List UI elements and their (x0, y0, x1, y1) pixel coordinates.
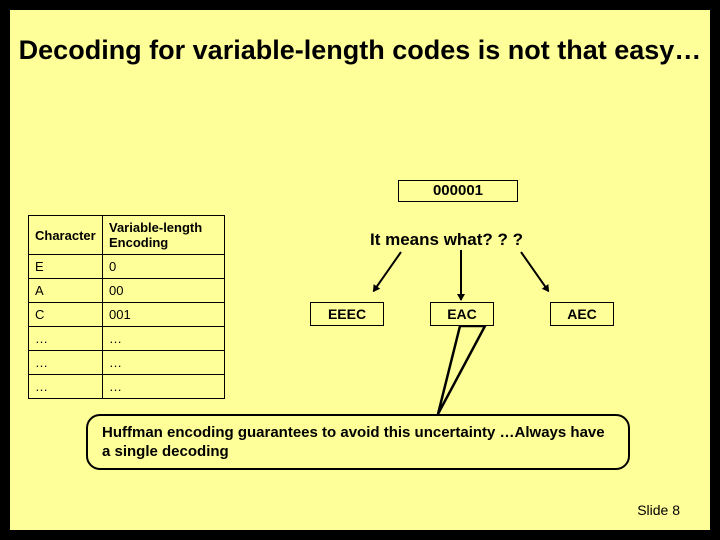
cell-code: 001 (103, 303, 225, 327)
cell-code: … (103, 351, 225, 375)
cell-code: 0 (103, 255, 225, 279)
arrow-icon (373, 251, 402, 291)
interpretation-box: AEC (550, 302, 614, 326)
slide-canvas: Decoding for variable-length codes is no… (10, 10, 710, 530)
cell-char: E (29, 255, 103, 279)
cell-char: … (29, 327, 103, 351)
table-row: A 00 (29, 279, 225, 303)
cell-char: C (29, 303, 103, 327)
question-label: It means what? ? ? (370, 230, 630, 250)
cell-char: … (29, 375, 103, 399)
interpretation-box: EAC (430, 302, 494, 326)
table-row: … … (29, 327, 225, 351)
col-encoding-header: Variable-length Encoding (103, 216, 225, 255)
table-row: E 0 (29, 255, 225, 279)
interpretation-box: EEEC (310, 302, 384, 326)
arrow-icon (520, 251, 549, 291)
arrow-icon (460, 250, 462, 300)
cell-code: 00 (103, 279, 225, 303)
table-header-row: Character Variable-length Encoding (29, 216, 225, 255)
cell-code: … (103, 327, 225, 351)
encoded-string: 000001 (398, 180, 518, 202)
cell-char: … (29, 351, 103, 375)
table-row: … … (29, 351, 225, 375)
table-row: C 001 (29, 303, 225, 327)
cell-char: A (29, 279, 103, 303)
encoding-table: Character Variable-length Encoding E 0 A… (28, 215, 225, 399)
callout-box: Huffman encoding guarantees to avoid thi… (86, 414, 630, 470)
cell-code: … (103, 375, 225, 399)
table-row: … … (29, 375, 225, 399)
slide-title: Decoding for variable-length codes is no… (10, 34, 710, 66)
col-character-header: Character (29, 216, 103, 255)
slide-number: Slide 8 (637, 502, 680, 518)
